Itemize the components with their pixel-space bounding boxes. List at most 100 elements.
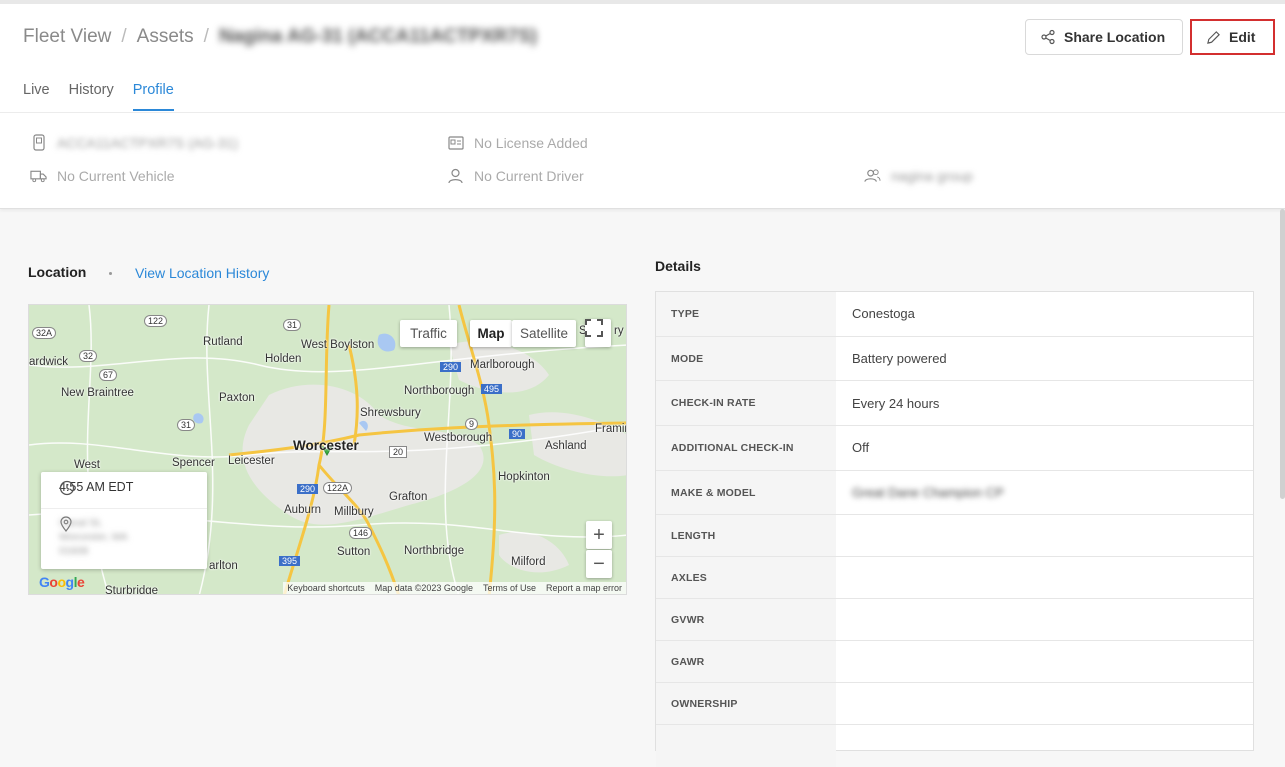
keyboard-shortcuts-link[interactable]: Keyboard shortcuts xyxy=(287,583,365,593)
details-value xyxy=(836,557,1253,598)
map-place-hopkinton: Hopkinton xyxy=(498,471,550,483)
route-marker: 146 xyxy=(349,527,373,539)
map-place-westborough: Westborough xyxy=(424,432,493,444)
route-marker: 32A xyxy=(32,327,57,339)
traffic-toggle[interactable]: Traffic xyxy=(400,320,457,347)
map-place-grafton: Grafton xyxy=(389,491,428,503)
details-value: Every 24 hours xyxy=(852,395,940,411)
edit-button[interactable]: Edit xyxy=(1190,19,1275,55)
map-place-sutton: Sutton xyxy=(337,546,371,558)
route-marker: 9 xyxy=(465,418,479,430)
details-title: Details xyxy=(655,258,701,274)
breadcrumb-separator: / xyxy=(121,26,127,47)
map-place-auburn: Auburn xyxy=(284,504,322,516)
map-place-new-braintree: New Braintree xyxy=(61,387,134,399)
details-row: CHECK-IN RATE Every 24 hours xyxy=(656,381,1253,427)
map-place-sturbridge: Sturbridge xyxy=(105,585,159,595)
route-marker: 20 xyxy=(389,446,408,458)
details-key: CHECK-IN RATE xyxy=(656,381,836,426)
breadcrumb-fleet-view[interactable]: Fleet View xyxy=(23,26,111,48)
map-place-marlborough: Marlborough xyxy=(470,359,535,371)
report-error-link[interactable]: Report a map error xyxy=(546,583,622,593)
share-location-label: Share Location xyxy=(1064,29,1166,45)
fullscreen-button[interactable] xyxy=(585,319,611,347)
view-location-history-link[interactable]: View Location History xyxy=(135,265,269,281)
device-id: ACCA11ACTPXR7S (AG-31) xyxy=(57,134,239,151)
location-title: Location xyxy=(28,264,87,280)
address-line: Canal St, xyxy=(59,517,103,529)
google-logo: Google xyxy=(39,574,85,590)
route-marker: 290 xyxy=(297,484,319,494)
map-place-west: West xyxy=(74,459,100,471)
map-place-spencer: Spencer xyxy=(172,457,215,469)
map-place-northbridge: Northbridge xyxy=(404,545,465,557)
breadcrumb-assets[interactable]: Assets xyxy=(137,26,194,48)
group-icon xyxy=(864,167,881,184)
map-place-hardwick: ardwick xyxy=(29,356,68,368)
details-key: LENGTH xyxy=(656,515,836,557)
person-icon xyxy=(447,167,464,184)
route-marker: 90 xyxy=(509,429,526,439)
details-key: GAWR xyxy=(656,641,836,683)
zoom-in-button[interactable]: + xyxy=(586,521,612,549)
route-marker: 31 xyxy=(283,319,302,331)
page-scrollbar[interactable] xyxy=(1280,209,1285,499)
route-marker: 290 xyxy=(440,362,462,372)
details-key: AXLES xyxy=(656,557,836,599)
details-key: GVWR xyxy=(656,599,836,641)
group-value[interactable]: nagina group xyxy=(891,168,973,184)
details-key: ADDITIONAL CHECK-IN xyxy=(656,426,836,470)
map-place-worcester: Worcester xyxy=(293,438,359,453)
route-marker: 67 xyxy=(99,369,118,381)
details-key: MAKE & MODEL xyxy=(656,470,836,515)
map-place-holden: Holden xyxy=(265,353,302,365)
map-place-northborough: Northborough xyxy=(404,385,475,397)
zoom-out-button[interactable]: − xyxy=(586,550,612,578)
details-value: Off xyxy=(852,440,870,456)
breadcrumb-current-asset: Nagina AG-31 (ACCA11ACTPXR7S) xyxy=(218,26,538,47)
details-row: ADDITIONAL CHECK-IN Off xyxy=(656,426,1253,471)
terms-link[interactable]: Terms of Use xyxy=(483,583,536,593)
details-row: GVWR xyxy=(656,599,1253,642)
details-key: MODE xyxy=(656,336,836,381)
map-type-satellite-button[interactable]: Satellite xyxy=(512,320,576,347)
top-header: Fleet View / Assets / Nagina AG-31 (ACCA… xyxy=(0,0,1285,209)
tab-history[interactable]: History xyxy=(69,82,114,111)
details-row: OWNERSHIP xyxy=(656,683,1253,726)
details-key: TYPE xyxy=(656,292,836,336)
tab-bar: Live History Profile xyxy=(23,82,174,111)
details-row xyxy=(656,725,1253,767)
map-place-rutland: Rutland xyxy=(203,336,243,348)
driver-value: No Current Driver xyxy=(474,167,584,184)
details-value xyxy=(836,683,1253,724)
details-value xyxy=(836,599,1253,640)
map-place-leicester: Leicester xyxy=(228,455,275,467)
details-value: Battery powered xyxy=(852,351,947,367)
popup-address: Canal St, Worcester, MA 01608 xyxy=(59,516,128,558)
map-place-shrewsbury: Shrewsbury xyxy=(360,407,421,419)
location-map[interactable]: Rutland West Boylston Holden ardwick New… xyxy=(28,304,627,595)
map-type-map-button[interactable]: Map xyxy=(470,320,512,347)
details-row: TYPE Conestoga xyxy=(656,292,1253,337)
map-place-milford: Milford xyxy=(511,556,546,568)
popup-divider xyxy=(41,508,207,509)
tab-live[interactable]: Live xyxy=(23,82,50,111)
tabs-divider xyxy=(0,112,1285,113)
map-place-ashland: Ashland xyxy=(545,440,587,452)
details-value: Conestoga xyxy=(852,306,915,322)
tab-profile[interactable]: Profile xyxy=(132,82,174,111)
route-marker: 495 xyxy=(481,384,503,394)
location-popup: 4:55 AM EDT Canal St, Worcester, MA 0160… xyxy=(41,472,207,569)
map-place-paxton: Paxton xyxy=(219,392,255,404)
vehicle-info: No Current Vehicle xyxy=(30,167,175,184)
edit-label: Edit xyxy=(1229,29,1256,45)
details-value xyxy=(836,641,1253,682)
details-table: TYPE Conestoga MODE Battery powered CHECK-… xyxy=(655,291,1254,767)
share-location-button[interactable]: Share Location xyxy=(1025,19,1183,55)
license-info: No License Added xyxy=(447,134,588,151)
route-marker: 122A xyxy=(323,482,353,494)
map-place-framingham: Framinghar xyxy=(595,423,626,435)
group-info: nagina group xyxy=(864,167,973,184)
share-icon xyxy=(1041,29,1055,45)
details-row: MODE Battery powered xyxy=(656,336,1253,382)
